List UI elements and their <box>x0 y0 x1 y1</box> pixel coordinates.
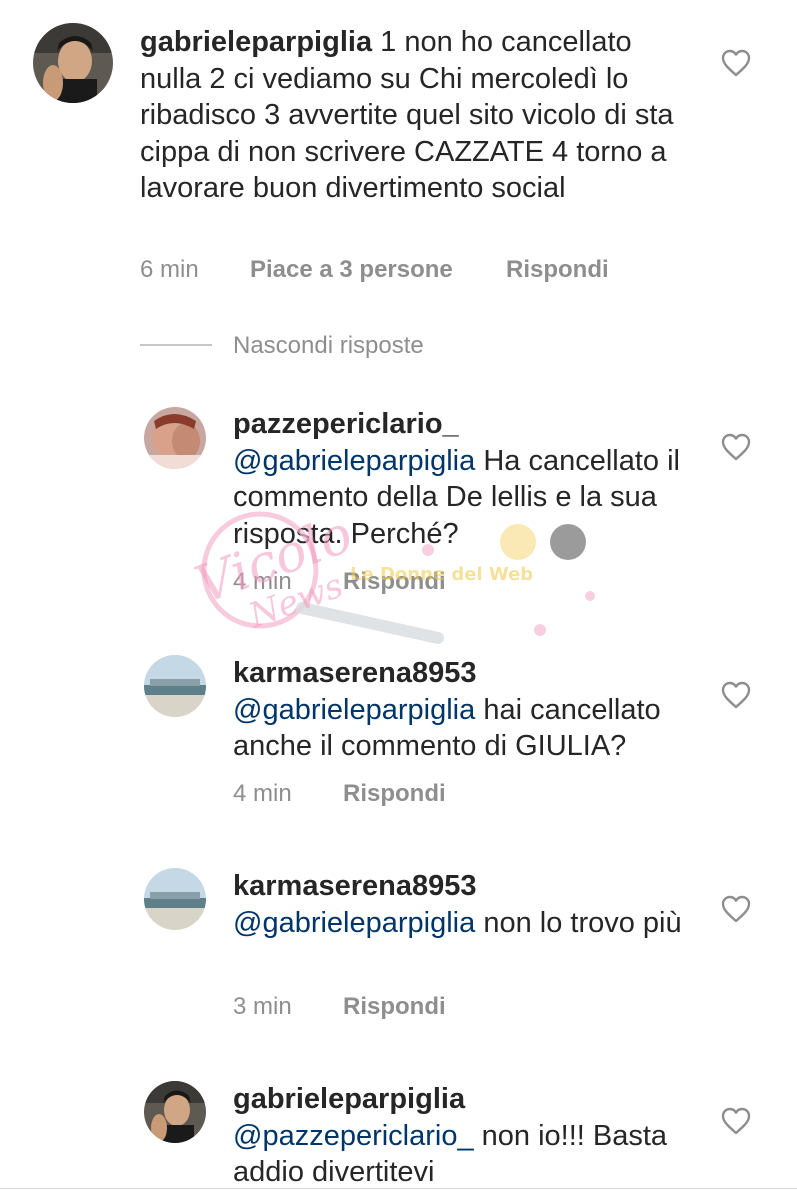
avatar[interactable] <box>144 868 206 930</box>
bottom-divider <box>0 1188 797 1189</box>
username[interactable]: karmaserena8953 <box>233 657 476 689</box>
heart-icon[interactable] <box>721 681 751 709</box>
hide-replies-label: Nascondi risposte <box>233 332 424 359</box>
comment-text: non lo trovo più <box>475 906 682 939</box>
comment-time: 3 min <box>233 993 292 1020</box>
avatar[interactable] <box>144 655 206 717</box>
heart-icon[interactable] <box>721 895 751 923</box>
heart-icon[interactable] <box>721 433 751 461</box>
reply-button[interactable]: Rispondi <box>343 993 446 1021</box>
avatar[interactable] <box>144 407 206 469</box>
reply-button[interactable]: Rispondi <box>343 568 446 596</box>
heart-icon[interactable] <box>721 49 751 77</box>
likes-count-button[interactable]: Piace a 3 persone <box>250 256 453 284</box>
reply-button[interactable]: Rispondi <box>506 256 609 284</box>
avatar[interactable] <box>33 23 113 103</box>
username[interactable]: karmaserena8953 <box>233 870 476 902</box>
username[interactable]: gabrieleparpiglia <box>140 26 372 58</box>
heart-icon[interactable] <box>721 1107 751 1135</box>
username[interactable]: pazzepericlario_ <box>233 408 459 440</box>
comment-time: 4 min <box>233 568 292 595</box>
mention-link[interactable]: @gabrieleparpiglia <box>233 445 475 477</box>
hide-replies-toggle[interactable]: Nascondi risposte <box>140 332 470 362</box>
comment-time: 4 min <box>233 780 292 807</box>
mention-link[interactable]: @pazzepericlario_ <box>233 1120 474 1152</box>
reply-button[interactable]: Rispondi <box>343 780 446 808</box>
mention-link[interactable]: @gabrieleparpiglia <box>233 694 475 726</box>
mention-link[interactable]: @gabrieleparpiglia <box>233 907 475 939</box>
avatar[interactable] <box>144 1081 206 1143</box>
username[interactable]: gabrieleparpiglia <box>233 1083 465 1115</box>
comment-time: 6 min <box>140 256 199 283</box>
divider-line <box>140 344 212 346</box>
